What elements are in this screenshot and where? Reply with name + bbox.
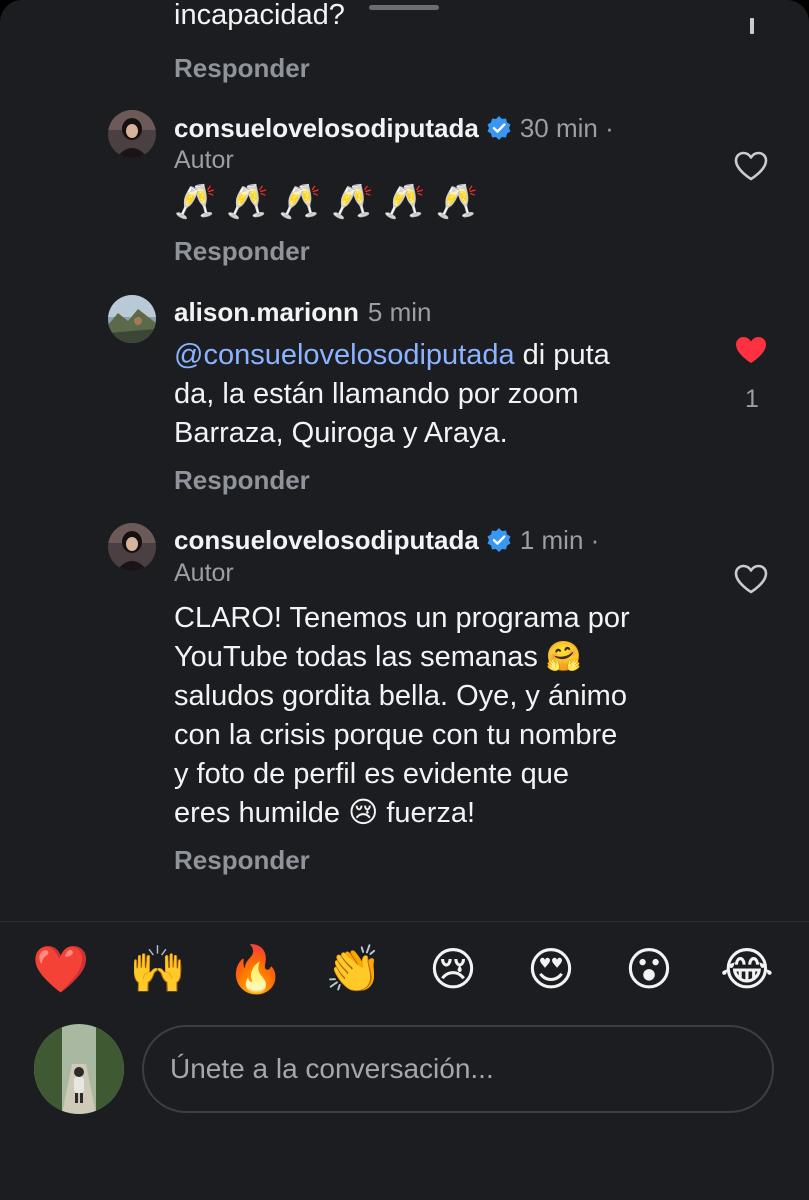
comment-text-line: di puta bbox=[514, 339, 610, 371]
comment-input[interactable] bbox=[142, 1025, 774, 1113]
reply-button[interactable]: Responder bbox=[174, 845, 310, 876]
comments-sheet: incapacidad? Responder consuelovelosodip… bbox=[0, 0, 809, 1200]
current-user-avatar[interactable] bbox=[34, 1024, 124, 1114]
comment-time: 5 min bbox=[367, 297, 432, 327]
author-badge: Autor bbox=[174, 559, 234, 587]
reaction-heart-eyes[interactable]: 😍 bbox=[522, 940, 580, 998]
comment-text-line: saludos gordita bella. Oye, y ánimo bbox=[174, 680, 627, 712]
avatar[interactable] bbox=[108, 110, 156, 158]
comment-header: consuelovelosodiputada 30 min · bbox=[174, 112, 614, 144]
comment-time: 30 min · bbox=[519, 113, 614, 143]
verified-badge-icon bbox=[486, 115, 512, 141]
reaction-heart[interactable]: ❤️ bbox=[32, 940, 90, 998]
avatar[interactable] bbox=[108, 295, 156, 343]
username[interactable]: consuelovelosodiputada bbox=[174, 524, 479, 556]
verified-badge-icon bbox=[486, 527, 512, 553]
previous-comment-text: incapacidad? bbox=[174, 0, 345, 31]
reply-button[interactable]: Responder bbox=[174, 465, 310, 496]
quick-reactions-bar: ❤️ 🙌 🔥 👏 😢 😍 😮 😂 bbox=[0, 940, 809, 1002]
sheet-grab-handle[interactable] bbox=[369, 5, 439, 10]
mention-link[interactable]: @consuelovelosodiputada bbox=[174, 339, 515, 371]
comment-text: @consuelovelosodiputada di puta bbox=[174, 336, 610, 375]
comment-text-line: YouTube todas las semanas 🤗 bbox=[174, 641, 582, 673]
comment-header: alison.marionn 5 min bbox=[174, 296, 432, 328]
comment-text-line: CLARO! Tenemos un programa por bbox=[174, 602, 630, 634]
author-badge: Autor bbox=[174, 146, 234, 174]
reaction-clapping-hands[interactable]: 👏 bbox=[325, 940, 383, 998]
heart-icon[interactable] bbox=[734, 151, 768, 181]
reaction-fire[interactable]: 🔥 bbox=[227, 940, 285, 998]
reply-button[interactable]: Responder bbox=[174, 236, 310, 267]
comment-text-line: con la crisis porque con tu nombre bbox=[174, 719, 618, 751]
reply-button[interactable]: Responder bbox=[174, 53, 310, 84]
comment-text-line: da, la están llamando por zoom bbox=[174, 378, 579, 410]
heart-icon[interactable] bbox=[734, 564, 768, 594]
reaction-surprised-face[interactable]: 😮 bbox=[620, 940, 678, 998]
username[interactable]: consuelovelosodiputada bbox=[174, 112, 479, 144]
avatar[interactable] bbox=[108, 523, 156, 571]
comment-time: 1 min · bbox=[519, 525, 600, 555]
comment-text: 🥂🥂🥂🥂🥂🥂 bbox=[174, 183, 489, 221]
heart-icon-liked[interactable] bbox=[734, 335, 768, 365]
previous-like-count bbox=[750, 18, 754, 34]
reaction-crying-face[interactable]: 😢 bbox=[424, 940, 482, 998]
comment-text-line: Barraza, Quiroga y Araya. bbox=[174, 417, 508, 449]
like-count: 1 bbox=[745, 385, 759, 413]
comment-text-line: eres humilde 😢 fuerza! bbox=[174, 797, 476, 829]
composer-divider bbox=[0, 921, 809, 922]
username[interactable]: alison.marionn bbox=[174, 296, 359, 328]
comment-header: consuelovelosodiputada 1 min · bbox=[174, 524, 599, 556]
reaction-raised-hands[interactable]: 🙌 bbox=[129, 940, 187, 998]
reaction-laughing-face[interactable]: 😂 bbox=[718, 940, 776, 998]
comment-text-line: y foto de perfil es evidente que bbox=[174, 758, 569, 790]
